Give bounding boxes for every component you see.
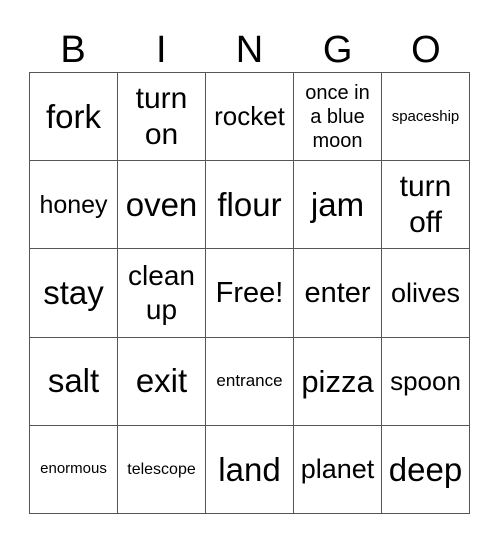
bingo-cell[interactable]: enormous [30,425,118,514]
bingo-cell[interactable]: salt [30,337,118,426]
bingo-cell[interactable]: entrance [206,337,294,426]
bingo-cell[interactable]: enter [294,249,382,338]
bingo-cell[interactable]: turn on [118,73,206,162]
bingo-cell[interactable]: telescope [118,425,206,514]
bingo-cell[interactable]: honey [30,161,118,250]
bingo-cell[interactable]: spoon [382,337,470,426]
bingo-cell[interactable]: exit [118,337,206,426]
bingo-cell[interactable]: deep [382,425,470,514]
header-letter-b: B [60,29,86,71]
bingo-cell[interactable]: jam [294,161,382,250]
bingo-cell[interactable]: flour [206,161,294,250]
bingo-cell[interactable]: once in a blue moon [294,73,382,162]
bingo-cell[interactable]: turn off [382,161,470,250]
bingo-cell[interactable]: fork [30,73,118,162]
bingo-header: B I N G O [29,28,470,72]
bingo-cell[interactable]: stay [30,249,118,338]
bingo-cell[interactable]: land [206,425,294,514]
bingo-cell[interactable]: planet [294,425,382,514]
header-letter-i: I [156,29,167,71]
bingo-cell[interactable]: oven [118,161,206,250]
bingo-cell[interactable]: Free! [206,249,294,338]
bingo-cell[interactable]: olives [382,249,470,338]
header-letter-g: G [322,29,353,71]
header-letter-o: O [411,29,441,71]
bingo-cell[interactable]: rocket [206,73,294,162]
bingo-cell[interactable]: clean up [118,249,206,338]
header-letter-n: N [235,29,264,71]
bingo-grid: fork turn on rocket once in a blue moon spac… [29,72,470,514]
bingo-cell[interactable]: pizza [294,337,382,426]
bingo-cell[interactable]: spaceship [382,73,470,162]
